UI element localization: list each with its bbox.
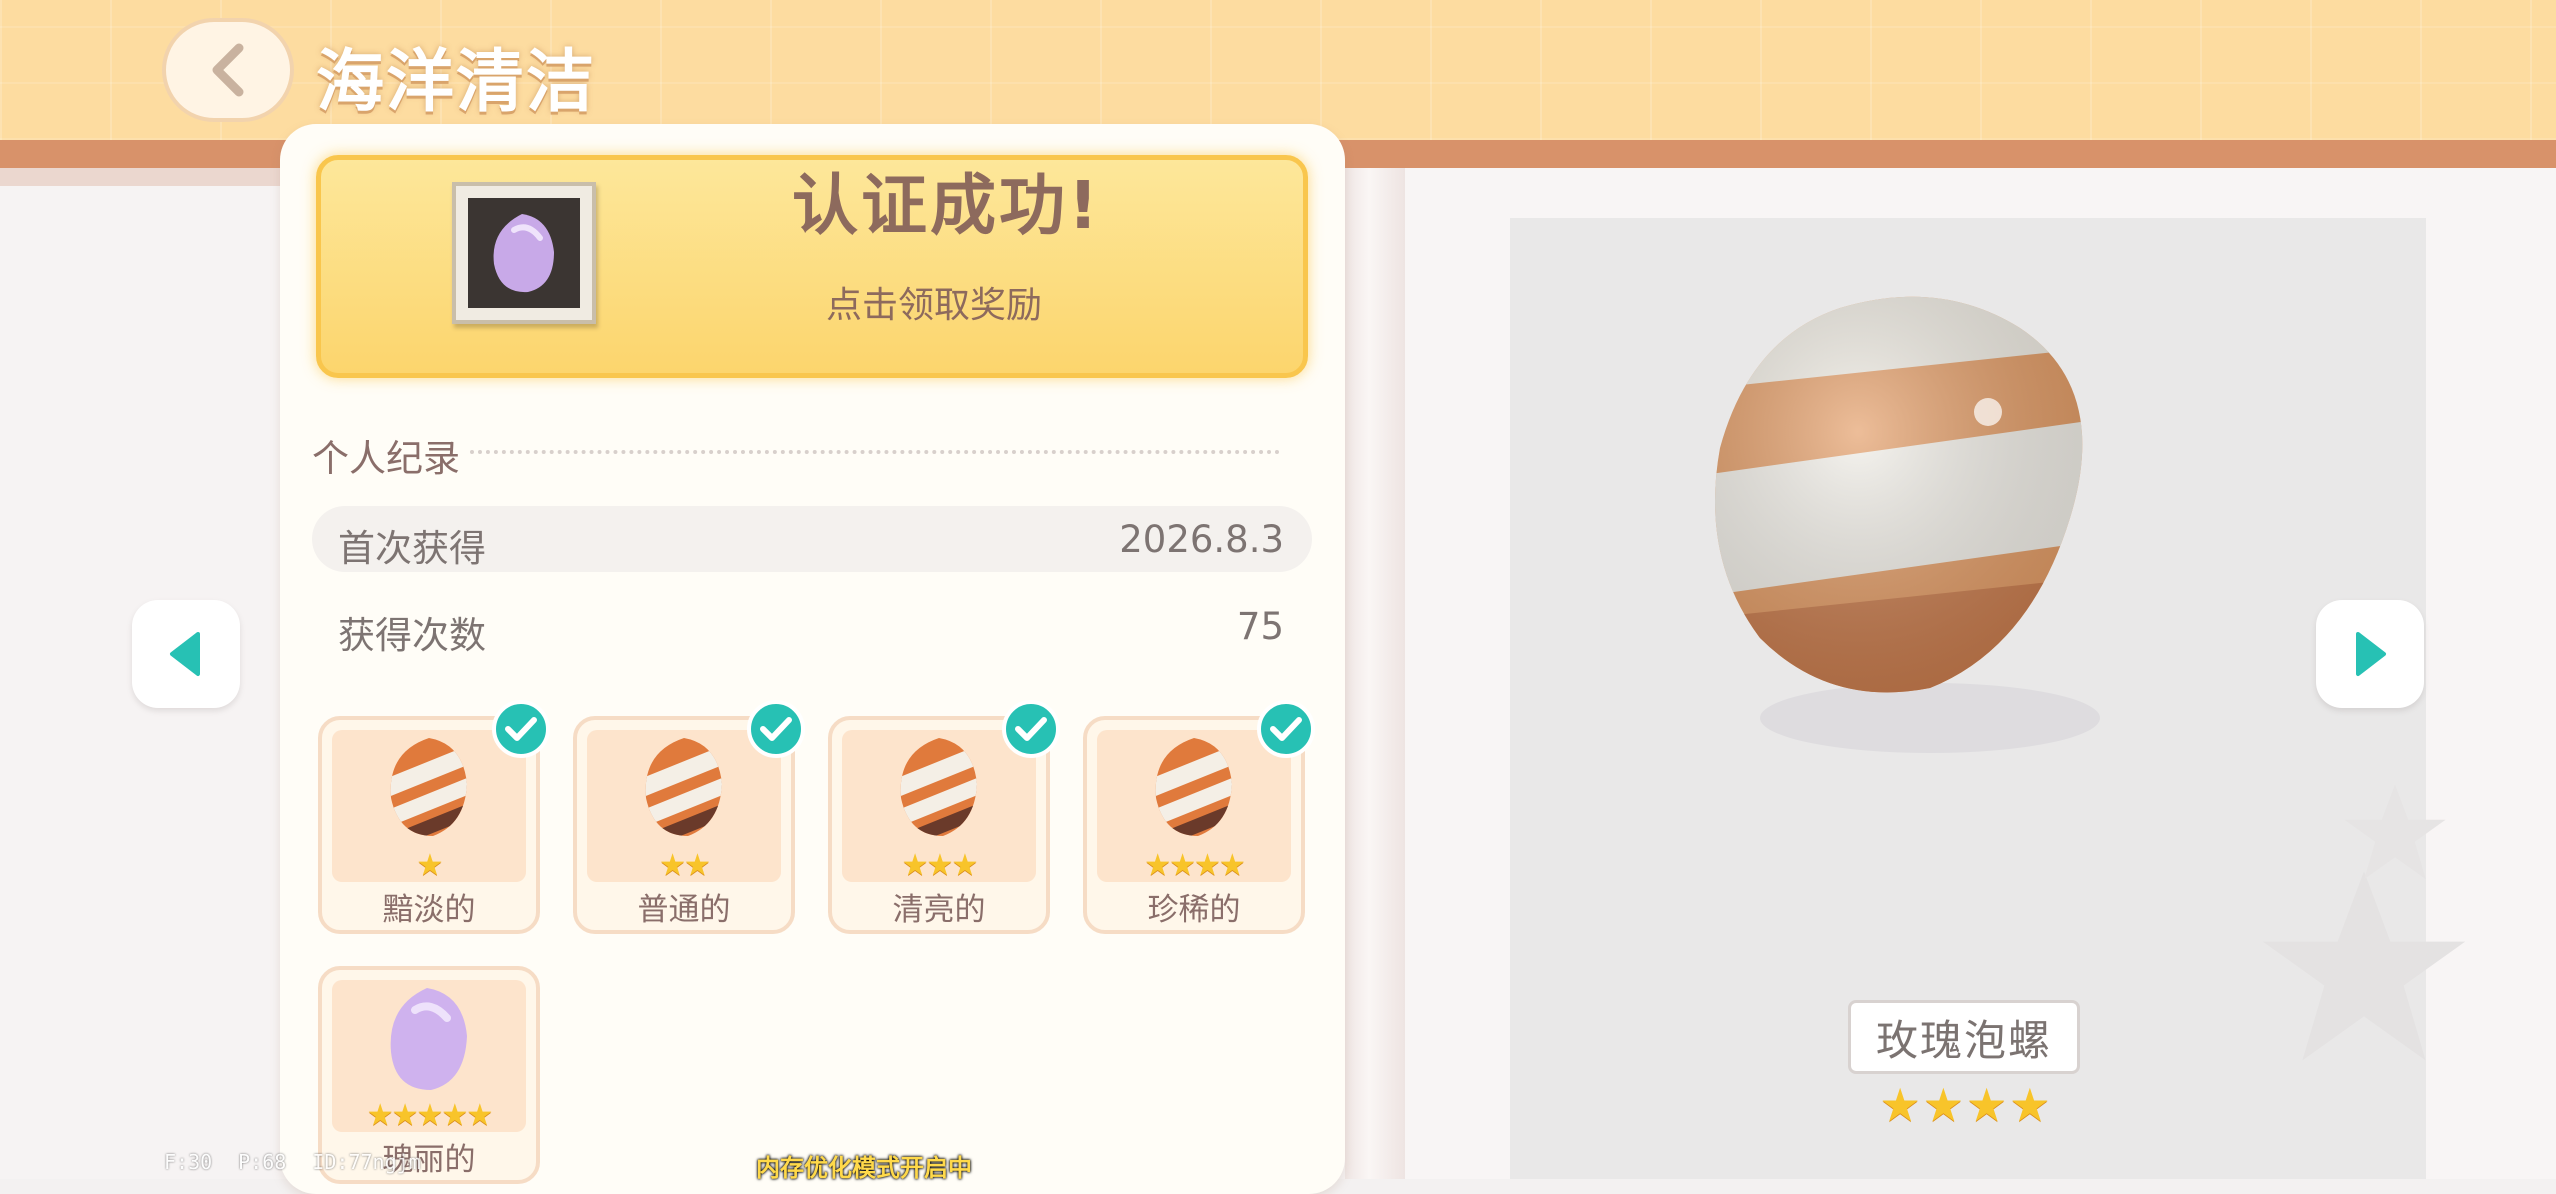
triangle-left-icon <box>170 632 200 676</box>
back-button[interactable] <box>162 18 294 122</box>
quality-stars: ★★ <box>659 848 711 883</box>
chevron-left-icon <box>212 43 244 97</box>
purple-shell-icon <box>493 214 554 293</box>
debug-overlay: F:30 P:68 ID:77ngjm <box>164 1150 447 1174</box>
page-title: 海洋清洁 <box>316 43 597 122</box>
quality-label: 珍稀的 <box>1147 892 1241 928</box>
quality-label: 普通的 <box>637 892 731 928</box>
purple-shell-icon <box>390 988 467 1090</box>
reward-frame-image <box>452 182 596 324</box>
item-rarity-stars: ★★★★ <box>1879 1078 2053 1132</box>
section-divider <box>470 450 1280 454</box>
check-icon <box>747 700 805 758</box>
check-icon <box>1002 700 1060 758</box>
striped-shell-icon <box>900 738 977 836</box>
stat-label: 获得次数 <box>338 614 486 657</box>
item-name: 玫瑰泡螺 <box>1875 1015 2052 1065</box>
quality-label: 黯淡的 <box>382 892 476 928</box>
decorative-star-icon <box>2262 871 2466 1061</box>
stat-row-first-obtained: 首次获得 2026.8.3 <box>312 506 1312 572</box>
stat-value: 75 <box>1236 605 1284 648</box>
stat-value: 2026.8.3 <box>1119 518 1284 561</box>
quality-stars: ★★★★★ <box>366 1098 493 1133</box>
quality-stars: ★★★★ <box>1144 848 1246 883</box>
decorative-star-small-icon <box>2344 784 2446 880</box>
claim-reward-text[interactable]: 点击领取奖励 <box>826 276 1042 328</box>
debug-f: F:30 <box>164 1150 213 1174</box>
memory-mode-notice: 内存优化模式开启中 <box>756 1154 972 1182</box>
debug-p: P:68 <box>238 1150 287 1174</box>
stat-row-obtain-count: 获得次数 75 <box>312 593 1312 659</box>
item-name-plate: 玫瑰泡螺 <box>1848 1000 2080 1074</box>
striped-shell-icon <box>645 738 722 836</box>
triangle-right-icon <box>2356 632 2386 676</box>
striped-shell-icon <box>1155 738 1232 836</box>
striped-shell-icon <box>390 738 467 836</box>
check-icon <box>1257 700 1315 758</box>
quality-stars: ★★★ <box>901 848 979 883</box>
debug-id: ID:77ngjm <box>312 1150 421 1174</box>
check-icon <box>492 700 550 758</box>
next-item-button[interactable] <box>2316 600 2424 708</box>
previous-item-button[interactable] <box>132 600 240 708</box>
stat-label: 首次获得 <box>338 527 486 570</box>
quality-label: 清亮的 <box>892 892 986 928</box>
section-title-records: 个人纪录 <box>312 437 460 480</box>
quality-stars: ★ <box>416 848 444 883</box>
certification-title: 认证成功! <box>792 167 1102 244</box>
book-spine <box>1345 168 1405 1179</box>
